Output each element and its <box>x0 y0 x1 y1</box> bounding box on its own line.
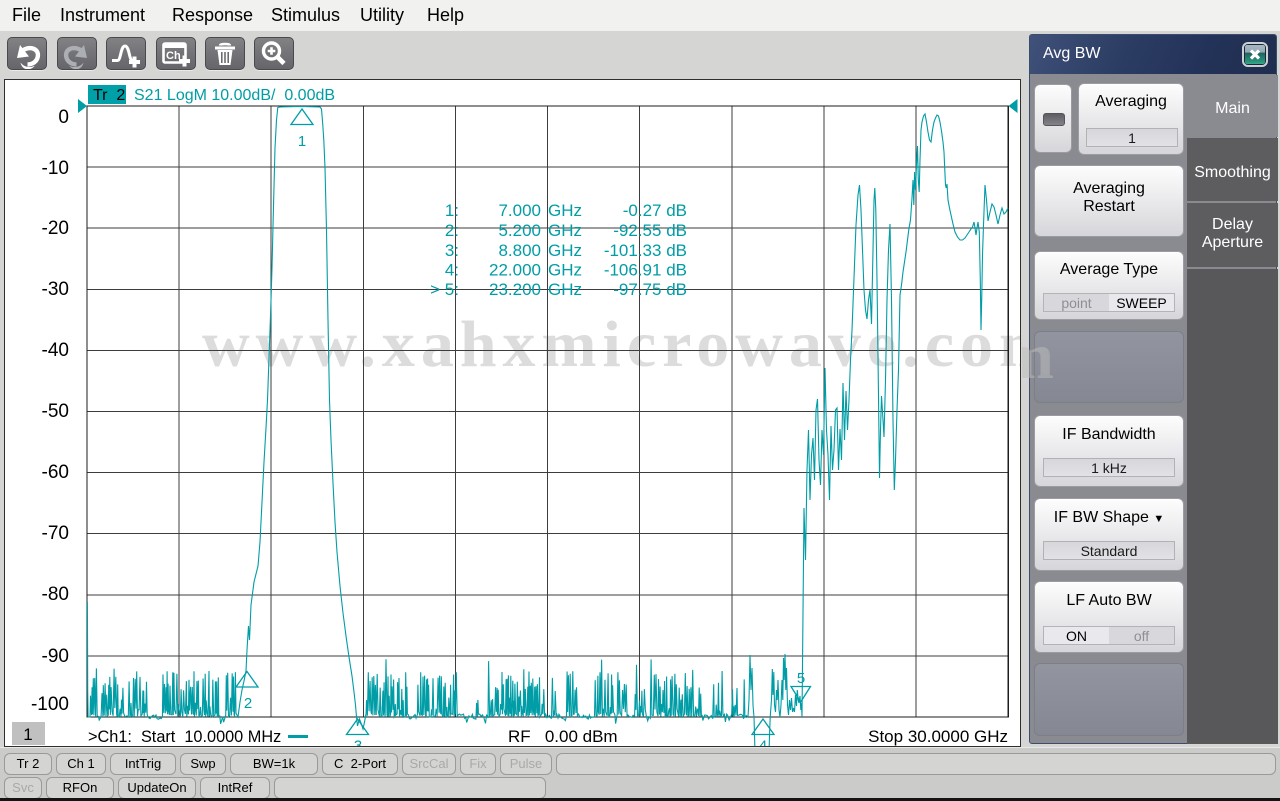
svg-text:8.800: 8.800 <box>498 241 541 260</box>
svg-text:2:: 2: <box>445 221 459 240</box>
svg-text:Tr 2: Tr 2 <box>93 87 125 104</box>
svg-text:S21 LogM 10.00dB/ 0.00dB: S21 LogM 10.00dB/ 0.00dB <box>134 87 335 104</box>
svg-text:-90: -90 <box>42 646 69 667</box>
svg-text:3:: 3: <box>445 241 459 260</box>
svg-text:-40: -40 <box>42 340 69 361</box>
svg-text:3: 3 <box>354 738 362 748</box>
svg-text:1:: 1: <box>445 201 459 220</box>
svg-text:4: 4 <box>759 738 767 748</box>
svg-text:GHz: GHz <box>548 241 582 260</box>
svg-text:7.000: 7.000 <box>498 201 541 220</box>
svg-text:-30: -30 <box>42 279 69 300</box>
svg-text:RF 0.00 dBm: RF 0.00 dBm <box>508 727 618 746</box>
svg-text:GHz: GHz <box>548 261 582 280</box>
svg-text:1: 1 <box>23 725 32 744</box>
svg-text:4:: 4: <box>445 261 459 280</box>
svg-text:-70: -70 <box>42 523 69 544</box>
svg-text:22.000: 22.000 <box>489 261 541 280</box>
svg-text:-101.33 dB: -101.33 dB <box>604 241 687 260</box>
svg-text:-106.91 dB: -106.91 dB <box>604 261 687 280</box>
svg-text:Stop 30.0000 GHz: Stop 30.0000 GHz <box>868 727 1008 746</box>
svg-text:GHz: GHz <box>548 201 582 220</box>
svg-text:-80: -80 <box>42 584 69 605</box>
svg-text:-10: -10 <box>42 158 69 179</box>
svg-text:-97.75 dB: -97.75 dB <box>613 280 687 299</box>
svg-text:GHz: GHz <box>548 221 582 240</box>
svg-text:>Ch1: Start 10.0000 MHz: >Ch1: Start 10.0000 MHz <box>88 728 281 746</box>
svg-text:1: 1 <box>298 133 306 150</box>
svg-text:5.200: 5.200 <box>498 221 541 240</box>
svg-text:-100: -100 <box>31 694 69 715</box>
svg-text:-0.27 dB: -0.27 dB <box>623 201 687 220</box>
svg-text:-92.55 dB: -92.55 dB <box>613 221 687 240</box>
svg-text:-60: -60 <box>42 462 69 483</box>
svg-text:-20: -20 <box>42 218 69 239</box>
svg-text:GHz: GHz <box>548 280 582 299</box>
svg-text:2: 2 <box>244 695 252 712</box>
svg-text:0: 0 <box>58 107 69 128</box>
svg-text:> 5:: > 5: <box>430 280 459 299</box>
svg-text:23.200: 23.200 <box>489 280 541 299</box>
svg-text:Ch: Ch <box>166 50 181 62</box>
svg-text:-50: -50 <box>42 401 69 422</box>
svg-text:5: 5 <box>797 670 805 687</box>
